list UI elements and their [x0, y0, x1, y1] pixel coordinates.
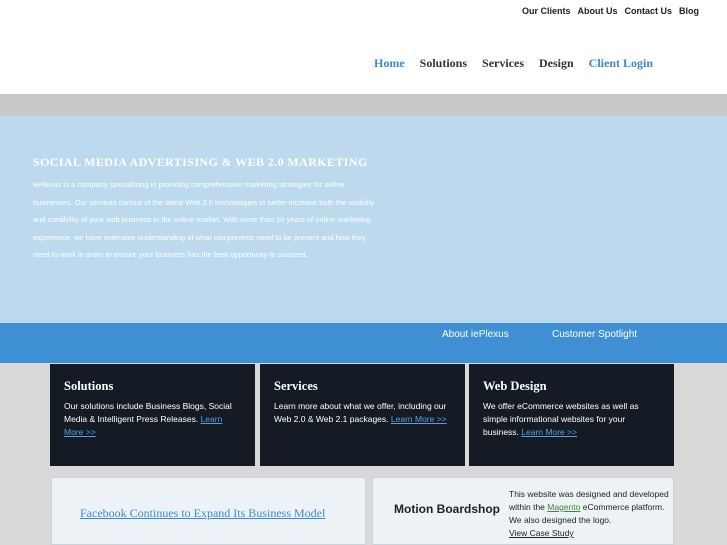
nav-solutions[interactable]: Solutions	[420, 56, 467, 71]
card-title: Solutions	[64, 379, 114, 393]
main-nav: Home Solutions Services Design Client Lo…	[374, 56, 653, 71]
card-text: We offer eCommerce websites as well as s…	[483, 401, 639, 437]
link-about-ieplexus[interactable]: About iePlexus	[442, 329, 509, 340]
view-case-study-link[interactable]: View Case Study	[509, 528, 574, 538]
nav-client-login[interactable]: Client Login	[589, 56, 653, 71]
link-customer-spotlight[interactable]: Customer Spotlight	[552, 329, 637, 340]
card-web-design: Web Design We offer eCommerce websites a…	[469, 364, 674, 466]
news-box: Facebook Continues to Expand Its Busines…	[51, 477, 366, 545]
nav-services[interactable]: Services	[482, 56, 524, 71]
showcase-text: This website was designed and developed …	[509, 489, 669, 538]
link-contact-us[interactable]: Contact Us	[624, 6, 672, 16]
customer-showcase: Motion Boardshop This website was design…	[372, 477, 674, 545]
hero-title: SOCIAL MEDIA ADVERTISING & WEB 2.0 MARKE…	[33, 155, 368, 169]
card-title: Web Design	[483, 379, 547, 393]
link-about-us[interactable]: About Us	[577, 6, 617, 16]
link-our-clients[interactable]: Our Clients	[522, 6, 571, 16]
hero-section: SOCIAL MEDIA ADVERTISING & WEB 2.0 MARKE…	[0, 116, 727, 323]
nav-design[interactable]: Design	[539, 56, 574, 71]
card-solutions: Solutions Our solutions include Business…	[50, 364, 255, 466]
content-area: Solutions Our solutions include Business…	[0, 363, 727, 545]
header-divider-band	[0, 94, 727, 116]
hero-body: iePlexus is a company specializing in pr…	[33, 180, 375, 259]
sub-nav-bar: About iePlexus Customer Spotlight	[0, 323, 727, 363]
learn-more-link[interactable]: Learn More >>	[391, 414, 447, 424]
nav-home[interactable]: Home	[374, 56, 405, 71]
link-blog[interactable]: Blog	[679, 6, 699, 16]
card-text: Our solutions include Business Blogs, So…	[64, 401, 232, 437]
utility-nav: Our Clients About Us Contact Us Blog	[522, 6, 699, 16]
learn-more-link[interactable]: Learn More >>	[521, 427, 577, 437]
showcase-title: Motion Boardshop	[394, 502, 500, 516]
card-text: Learn more about what we offer, includin…	[274, 401, 447, 424]
news-headline-link[interactable]: Facebook Continues to Expand Its Busines…	[80, 504, 350, 523]
card-services: Services Learn more about what we offer,…	[260, 364, 465, 466]
magento-link[interactable]: Magento	[547, 502, 580, 512]
card-title: Services	[274, 379, 318, 393]
